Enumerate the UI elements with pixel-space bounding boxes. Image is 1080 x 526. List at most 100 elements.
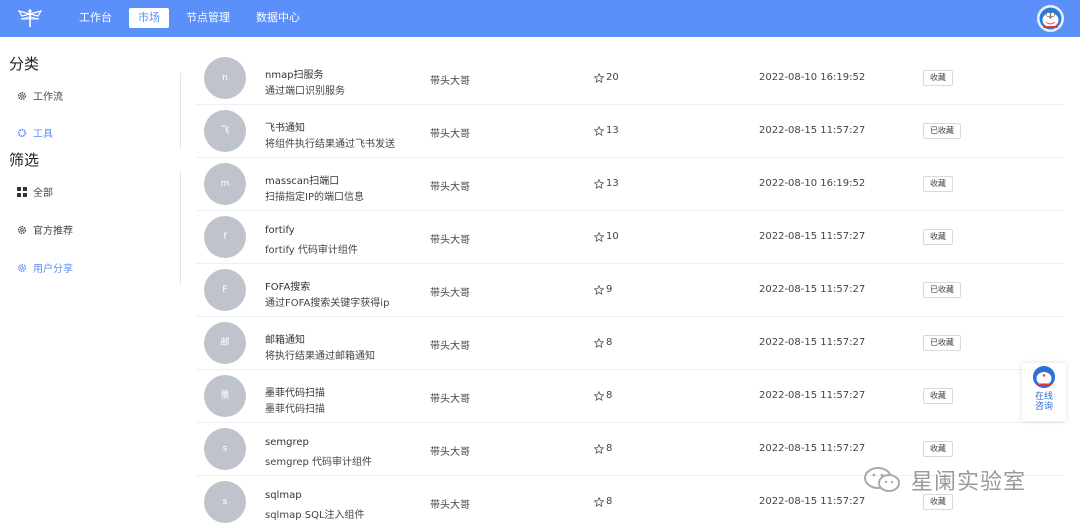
favorite-button[interactable]: 收藏 xyxy=(923,388,953,404)
item-author: 带头大哥 xyxy=(430,76,470,87)
item-name[interactable]: 邮箱通知 xyxy=(265,331,305,346)
item-time: 2022-08-15 11:57:27 xyxy=(759,496,866,507)
grid-icon xyxy=(17,186,27,197)
item-description: 将执行结果通过邮箱通知 xyxy=(265,351,375,362)
filter-heading: 筛选 xyxy=(9,151,40,169)
item-author: 带头大哥 xyxy=(430,394,470,405)
nav-tab[interactable]: 市场 xyxy=(129,8,169,28)
favorite-button[interactable]: 已收藏 xyxy=(923,335,961,351)
item-time: 2022-08-15 11:57:27 xyxy=(759,125,866,136)
item-time: 2022-08-15 11:57:27 xyxy=(759,337,866,348)
sidebar-item-label: 用户分享 xyxy=(33,264,73,275)
list-item[interactable]: m masscan扫端口扫描指定IP的端口信息 带头大哥 13 2022-08-10 1… xyxy=(196,158,1064,211)
item-description: 墨菲代码扫描 xyxy=(265,404,325,415)
favorite-button[interactable]: 已收藏 xyxy=(923,282,961,298)
item-name[interactable]: fortify xyxy=(265,225,295,236)
top-navbar: 工作台 市场 节点管理 数据中心 xyxy=(0,0,1080,37)
item-avatar: f xyxy=(204,216,246,258)
item-time: 2022-08-15 11:57:27 xyxy=(759,443,866,454)
item-stars: 8 xyxy=(594,390,612,401)
sidebar-item-official[interactable]: 官方推荐 xyxy=(17,222,73,237)
star-icon xyxy=(594,231,604,242)
item-avatar: 邮 xyxy=(204,322,246,364)
item-description: 扫描指定IP的端口信息 xyxy=(265,192,364,203)
item-author: 带头大哥 xyxy=(430,341,470,352)
list-item[interactable]: n nmap扫服务 通过端口识别服务 带头大哥 20 2022-08-10 16:19:5… xyxy=(196,52,1064,105)
item-author: 带头大哥 xyxy=(430,235,470,246)
item-time: 2022-08-10 16:19:52 xyxy=(759,178,866,189)
star-count: 9 xyxy=(606,284,613,295)
item-name[interactable]: 墨菲代码扫描 xyxy=(265,384,325,399)
item-stars: 8 xyxy=(594,337,612,348)
star-icon xyxy=(594,284,604,295)
doraemon-avatar-icon xyxy=(1039,7,1062,30)
list-item[interactable]: F FOFA搜索 通过FOFA搜索关键字获得ip 带头大哥 9 2022-08-15 11… xyxy=(196,264,1064,317)
item-stars: 9 xyxy=(594,284,612,295)
dragonfly-logo-icon[interactable] xyxy=(16,8,44,28)
item-author: 带头大哥 xyxy=(430,288,470,299)
star-count: 8 xyxy=(606,337,613,348)
list-item[interactable]: 邮 邮箱通知将执行结果通过邮箱通知 带头大哥 8 2022-08-15 11:57:27… xyxy=(196,317,1064,370)
item-name[interactable]: semgrep xyxy=(265,437,309,448)
item-stars: 13 xyxy=(594,125,619,136)
sidebar-item-all[interactable]: 全部 xyxy=(17,184,53,199)
item-time: 2022-08-10 16:19:52 xyxy=(759,72,866,83)
item-avatar: 飞 xyxy=(204,110,246,152)
item-author: 带头大哥 xyxy=(430,500,470,511)
sidebar-item-tools[interactable]: 工具 xyxy=(17,125,53,140)
nav-tab[interactable]: 数据中心 xyxy=(247,8,309,28)
item-stars: 10 xyxy=(594,231,619,242)
star-count: 8 xyxy=(606,443,613,454)
item-avatar: s xyxy=(204,481,246,523)
nav-tab[interactable]: 工作台 xyxy=(70,8,121,28)
item-description: 通过端口识别服务 xyxy=(265,86,345,97)
item-name[interactable]: sqlmap xyxy=(265,490,302,501)
item-author: 带头大哥 xyxy=(430,129,470,140)
star-count: 20 xyxy=(606,72,619,83)
item-description: 将组件执行结果通过飞书发送 xyxy=(265,139,395,150)
user-avatar[interactable] xyxy=(1037,5,1064,32)
item-author: 带头大哥 xyxy=(430,447,470,458)
star-icon xyxy=(594,337,604,348)
sidebar-item-workflow[interactable]: 工作流 xyxy=(17,88,63,103)
item-name[interactable]: 飞书通知 xyxy=(265,119,305,134)
item-name[interactable]: FOFA搜索 xyxy=(265,278,310,293)
item-avatar: s xyxy=(204,428,246,470)
item-description: fortify 代码审计组件 xyxy=(265,245,358,256)
item-avatar: m xyxy=(204,163,246,205)
nav-tab[interactable]: 节点管理 xyxy=(177,8,239,28)
star-count: 8 xyxy=(606,390,613,401)
list-item[interactable]: f fortify fortify 代码审计组件 带头大哥 10 2022-08-15 1… xyxy=(196,211,1064,264)
favorite-button[interactable]: 收藏 xyxy=(923,229,953,245)
sidebar: 分类 工作流 工具 筛选 全部 官方推荐 用户分享 xyxy=(0,37,182,526)
sidebar-item-label: 全部 xyxy=(33,188,53,199)
star-icon xyxy=(594,72,604,83)
favorite-button[interactable]: 收藏 xyxy=(923,441,953,457)
star-icon xyxy=(594,496,604,507)
plugin-list: n nmap扫服务 通过端口识别服务 带头大哥 20 2022-08-10 16:19:5… xyxy=(196,52,1064,526)
item-name[interactable]: masscan扫端口 xyxy=(265,172,339,187)
item-avatar: 墨 xyxy=(204,375,246,417)
item-stars: 8 xyxy=(594,443,612,454)
item-time: 2022-08-15 11:57:27 xyxy=(759,390,866,401)
sidebar-item-user-share[interactable]: 用户分享 xyxy=(17,260,73,275)
gear-icon xyxy=(17,128,27,137)
list-item[interactable]: 飞 飞书通知将组件执行结果通过飞书发送 带头大哥 13 2022-08-15 11:57… xyxy=(196,105,1064,158)
favorite-button[interactable]: 收藏 xyxy=(923,176,953,192)
star-icon xyxy=(594,443,604,454)
consult-label-line1: 在线 xyxy=(1034,392,1053,402)
star-count: 10 xyxy=(606,231,619,242)
item-name[interactable]: nmap扫服务 xyxy=(265,66,324,81)
item-time: 2022-08-15 11:57:27 xyxy=(759,231,866,242)
item-author: 带头大哥 xyxy=(430,182,470,193)
favorite-button[interactable]: 已收藏 xyxy=(923,123,961,139)
online-consult-button[interactable]: 在线 咨询 xyxy=(1022,363,1066,421)
favorite-button[interactable]: 收藏 xyxy=(923,494,953,510)
favorite-button[interactable]: 收藏 xyxy=(923,70,953,86)
item-description: 通过FOFA搜索关键字获得ip xyxy=(265,298,390,309)
item-stars: 8 xyxy=(594,496,612,507)
list-item[interactable]: 墨墨菲代码扫描 墨菲代码扫描 带头大哥 8 2022-08-15 11:57:27 收藏 xyxy=(196,370,1064,423)
item-time: 2022-08-15 11:57:27 xyxy=(759,284,866,295)
star-count: 13 xyxy=(606,178,619,189)
sidebar-item-label: 官方推荐 xyxy=(33,226,73,237)
